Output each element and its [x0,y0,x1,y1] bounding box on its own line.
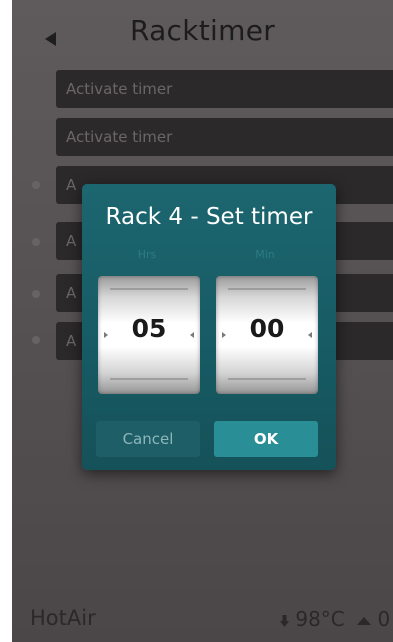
timer-row-1[interactable]: Activate timer [56,70,393,108]
ok-button[interactable]: OK [214,421,318,457]
status-readout: 98°C 0 [280,607,390,631]
cancel-button[interactable]: Cancel [96,421,200,457]
count-value: 0 [377,607,391,631]
dialog-title: Rack 4 - Set timer [105,204,313,230]
set-timer-dialog: Rack 4 - Set timer Hrs Min 05 00 Cancel … [82,184,336,470]
temperature-arrow-icon [280,614,289,627]
drum-divider [110,288,188,290]
timer-row-2[interactable]: Activate timer [56,118,393,156]
row-bullet [32,336,40,344]
minutes-value: 00 [249,314,285,343]
drum-divider [110,378,188,380]
hours-label: Hrs [137,248,157,261]
mode-label: HotAir [30,606,96,630]
fan-icon [357,616,372,625]
row-bullet [32,238,40,246]
hours-picker[interactable]: 05 [98,276,200,394]
hours-value: 05 [131,314,167,343]
drum-divider [228,378,306,380]
page-title: Racktimer [129,14,276,47]
row-bullet [32,290,40,298]
row-bullet [32,181,40,189]
minutes-picker[interactable]: 00 [216,276,318,394]
temperature-value: 98°C [295,607,345,631]
drum-divider [228,288,306,290]
minutes-label: Min [255,248,275,261]
